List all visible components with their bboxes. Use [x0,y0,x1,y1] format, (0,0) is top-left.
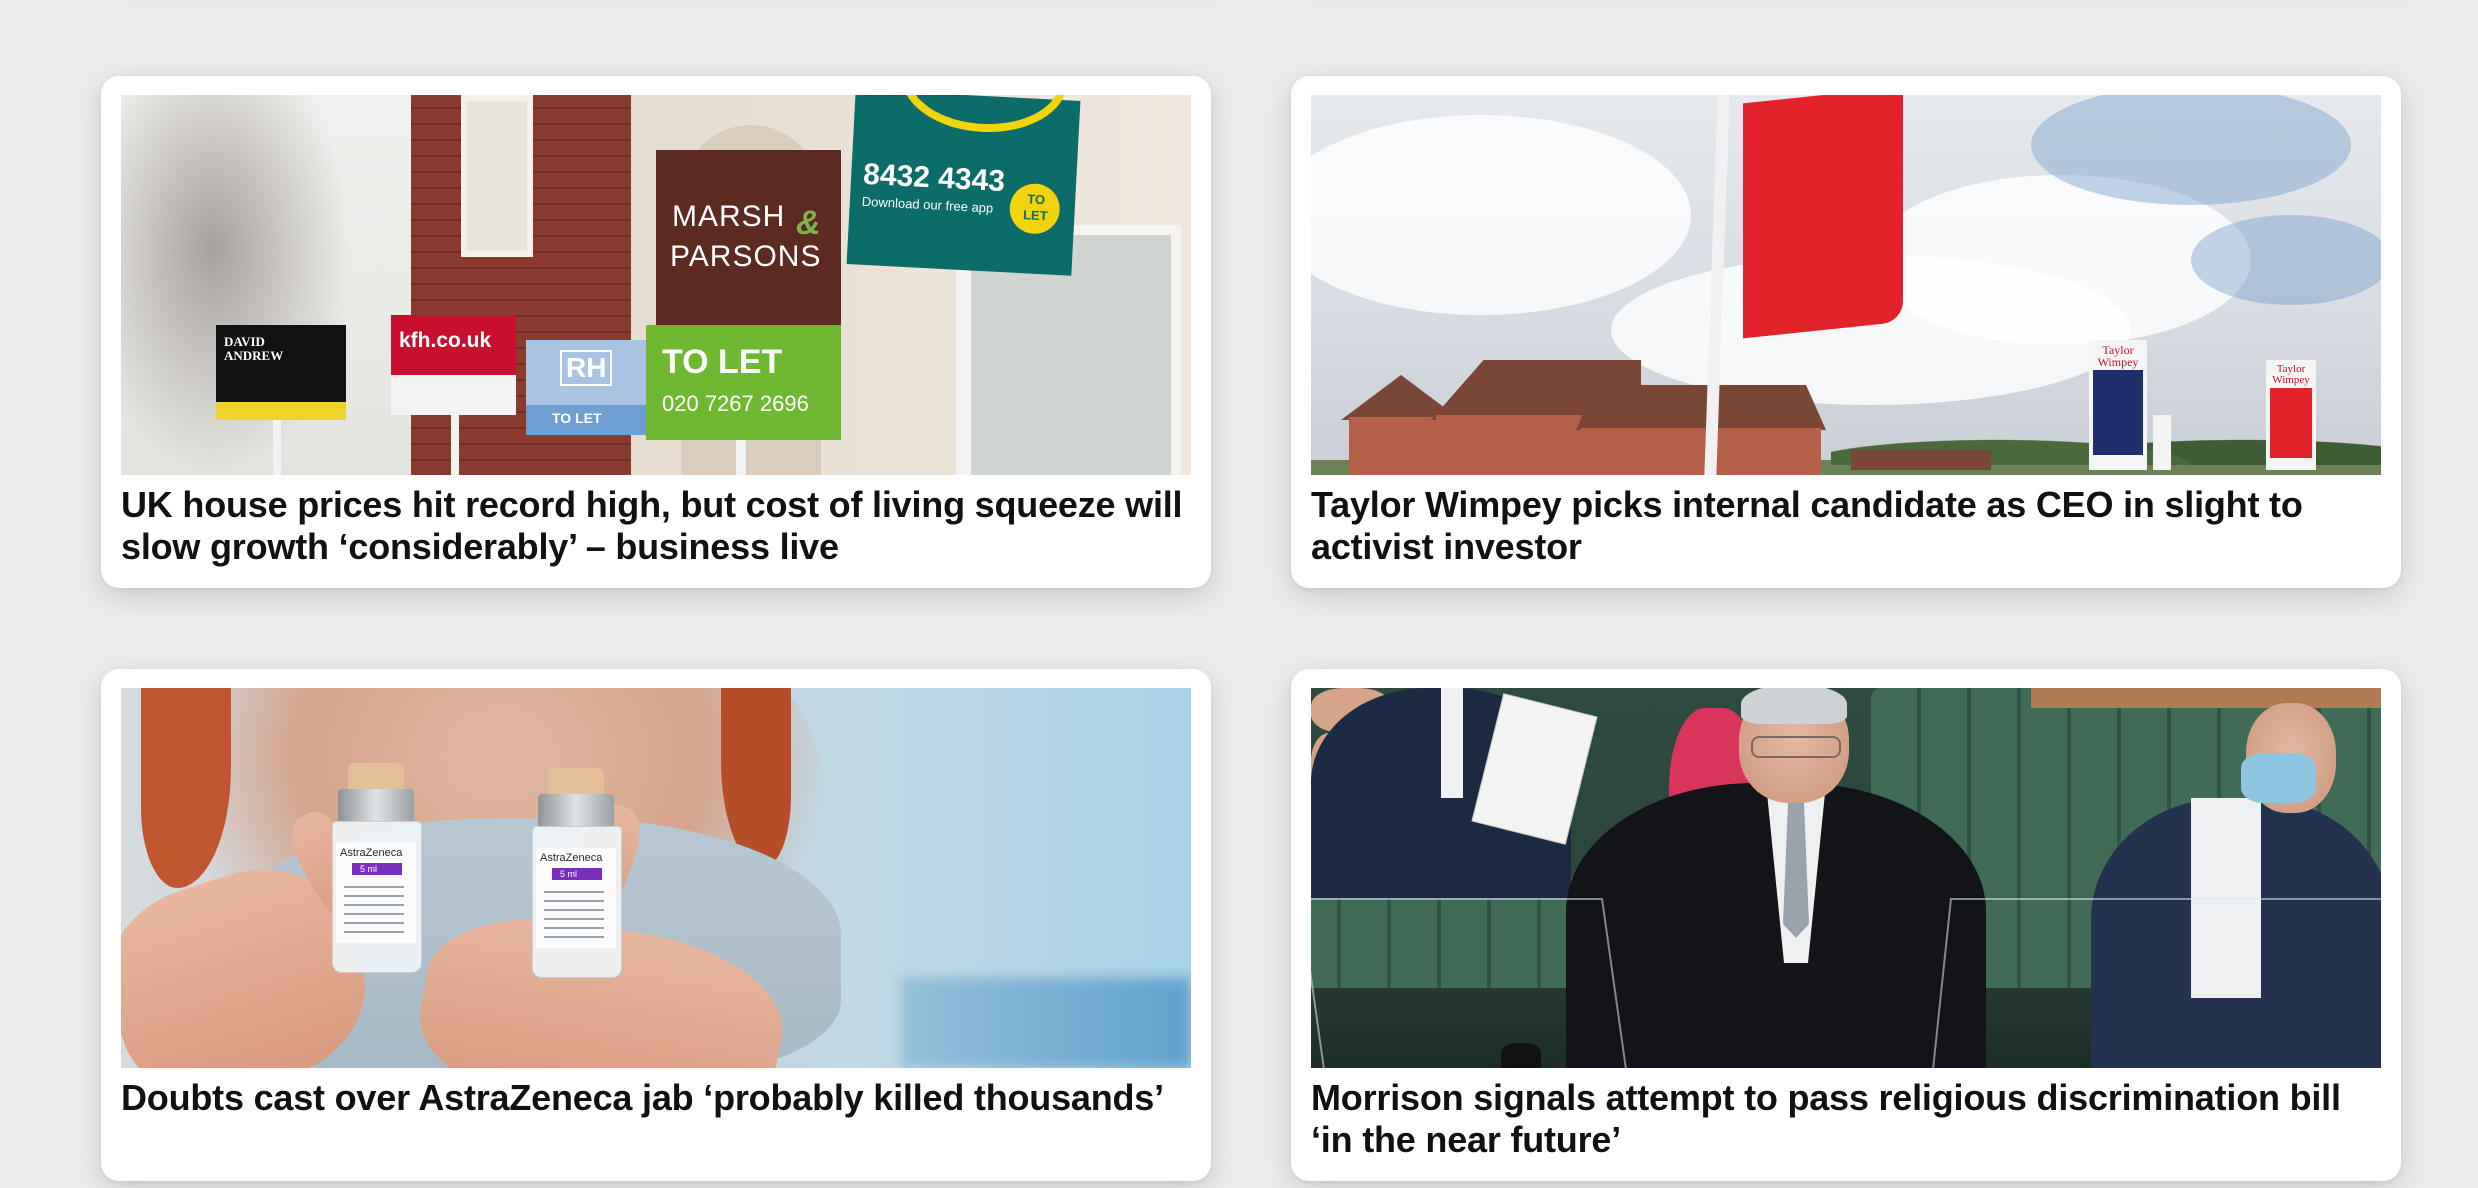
red-flag [1743,95,1903,339]
article-headline[interactable]: Doubts cast over AstraZeneca jab ‘probab… [121,1077,1191,1119]
vaccine-vial: AstraZeneca 5 ml [526,768,626,978]
article-card[interactable]: Morrison signals attempt to pass religio… [1291,669,2401,1181]
estate-agent-board: DAVID ANDREW [216,325,346,420]
article-headline[interactable]: Morrison signals attempt to pass religio… [1311,1077,2381,1161]
article-headline[interactable]: Taylor Wimpey picks internal candidate a… [1311,484,2381,568]
article-card[interactable]: DAVID ANDREW kfh.co.uk RH TO LET MARSH &… [101,76,1211,588]
company-banner: Taylor Wimpey [2266,360,2316,470]
article-card[interactable]: AstraZeneca 5 ml AstraZeneca 5 ml Doubts… [101,669,1211,1181]
previous-card-edge [120,0,1220,2]
estate-agent-board: MARSH & PARSONS [656,150,841,330]
estate-agent-board: 8432 4343 Download our free app TO LET [846,95,1081,276]
article-headline[interactable]: UK house prices hit record high, but cos… [121,484,1191,568]
vaccine-vial: AstraZeneca 5 ml [326,763,426,973]
estate-agent-board: RH TO LET [526,340,646,435]
article-image[interactable]: Taylor Wimpey Taylor Wimpey [1311,95,2381,475]
estate-agent-board: kfh.co.uk [391,315,516,415]
article-image[interactable]: AstraZeneca 5 ml AstraZeneca 5 ml [121,688,1191,1068]
article-image[interactable]: DAVID ANDREW kfh.co.uk RH TO LET MARSH &… [121,95,1191,475]
previous-card-edge [1310,0,2410,2]
estate-agent-board: TO LET 020 7267 2696 [646,325,841,440]
article-image[interactable] [1311,688,2381,1068]
article-card[interactable]: Taylor Wimpey Taylor Wimpey Taylor Wimpe… [1291,76,2401,588]
company-banner: Taylor Wimpey [2089,340,2147,470]
